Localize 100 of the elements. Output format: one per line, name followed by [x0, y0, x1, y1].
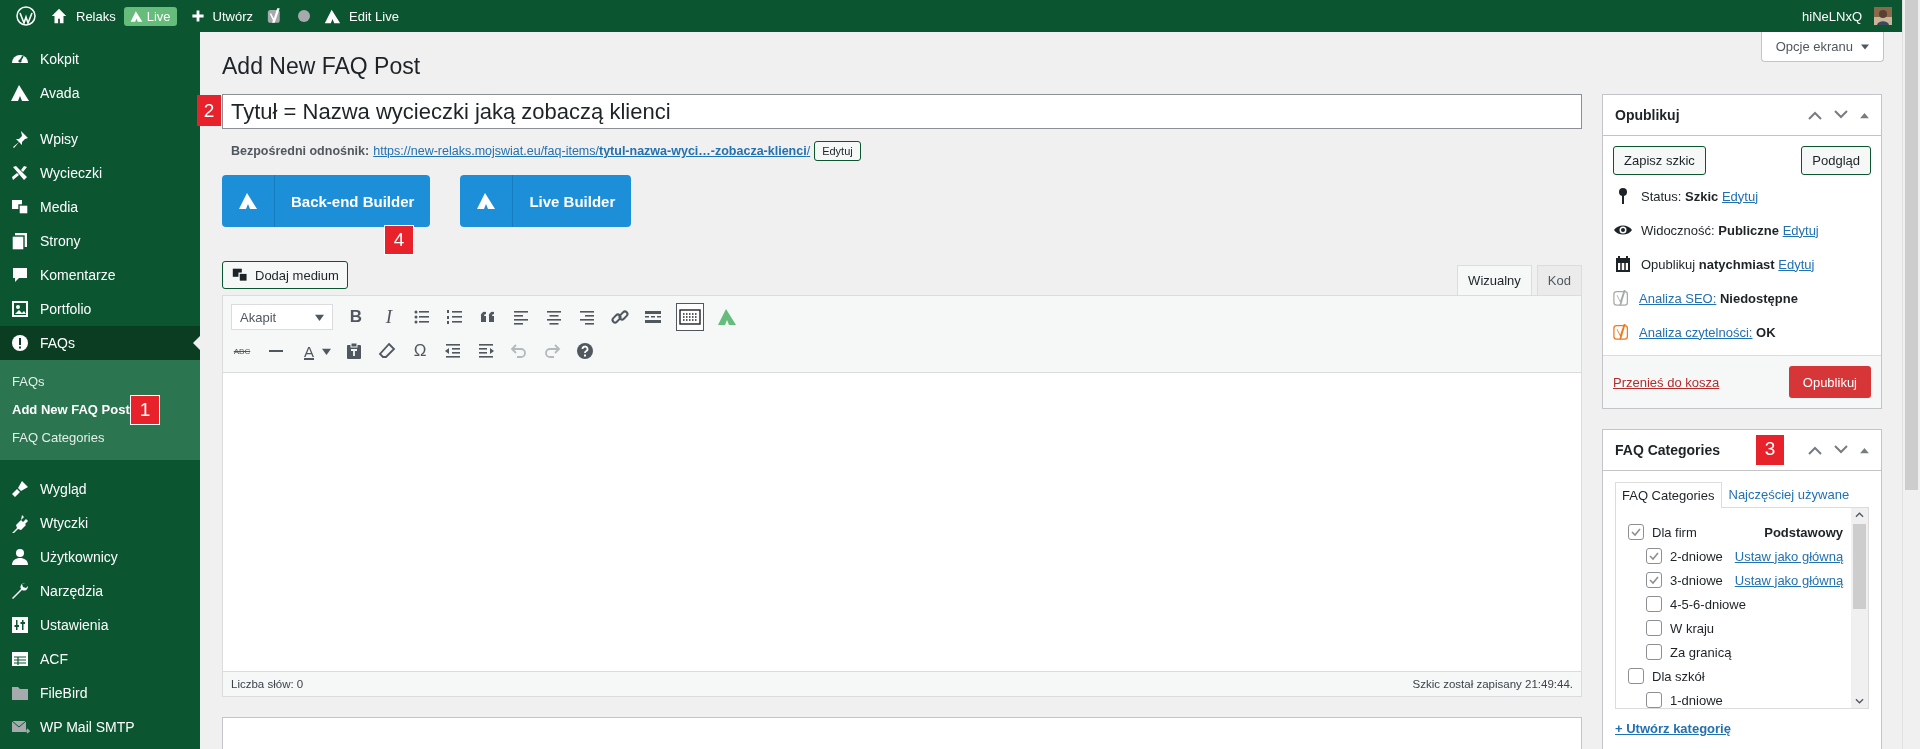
analysis-link[interactable]: Analiza SEO:: [1639, 290, 1717, 306]
format-select[interactable]: Akapit: [231, 304, 333, 330]
plus-icon[interactable]: [190, 9, 205, 23]
numbered-list-icon[interactable]: [445, 307, 465, 327]
editor-tab[interactable]: Wizualny: [1457, 265, 1532, 295]
menu-item[interactable]: Portfolio: [0, 292, 200, 326]
title-field[interactable]: Tytuł = Nazwa wycieczki jaką zobaczą klienci: [222, 94, 1582, 129]
menu-item[interactable]: Wygląd: [0, 472, 200, 506]
eraser-icon[interactable]: [377, 341, 397, 361]
checkbox[interactable]: [1628, 524, 1644, 540]
collapse-icon[interactable]: [1860, 446, 1869, 454]
make-primary-link[interactable]: Ustaw jako główną: [1734, 548, 1844, 564]
publish-info-text: Opublikuj natychmiast Edytuj: [1641, 256, 1815, 272]
indent-icon[interactable]: [476, 341, 496, 361]
menu-item[interactable]: FileBird: [0, 676, 200, 710]
menu-item[interactable]: Użytkownicy: [0, 540, 200, 574]
submenu-item[interactable]: FAQ Categories: [0, 424, 105, 452]
new-content-link[interactable]: Utwórz: [212, 8, 254, 24]
link-icon[interactable]: [610, 307, 630, 327]
text-color-button[interactable]: A: [299, 342, 319, 360]
move-to-trash-link[interactable]: Przenieś do kosza: [1613, 374, 1720, 390]
outdent-icon[interactable]: [443, 341, 463, 361]
builder-button[interactable]: Live Builder: [460, 175, 632, 227]
menu-item[interactable]: Ustawienia: [0, 608, 200, 642]
menu-item[interactable]: WP Mail SMTP: [0, 710, 200, 744]
scroll-up-icon[interactable]: [1855, 512, 1864, 518]
special-character-button[interactable]: Ω: [410, 341, 430, 361]
checkbox[interactable]: [1646, 620, 1662, 636]
panel-title: Opublikuj: [1615, 107, 1681, 123]
move-up-icon[interactable]: [1808, 110, 1822, 120]
move-down-icon[interactable]: [1834, 110, 1848, 120]
clipboard-icon[interactable]: [344, 341, 364, 361]
submenu-item[interactable]: Add New FAQ Post: [0, 396, 130, 424]
triangle-logo-icon[interactable]: [324, 7, 342, 25]
category-label: 4-5-6-dniowe: [1670, 596, 1746, 612]
checkbox[interactable]: [1646, 644, 1662, 660]
publish-button[interactable]: Opublikuj: [1788, 366, 1871, 398]
caret-icon: [1861, 42, 1869, 51]
menu-item[interactable]: Media: [0, 190, 200, 224]
scroll-down-icon[interactable]: [1855, 698, 1864, 704]
page-scrollbar[interactable]: [1902, 0, 1920, 749]
submenu-item[interactable]: FAQs: [0, 368, 45, 396]
permalink-link[interactable]: https://new-relaks.mojswiat.eu/faq-items/tytul-nazwa-wyci…-zobacza-klienci/: [373, 144, 811, 158]
site-name-link[interactable]: Relaks: [76, 8, 116, 24]
caret-icon[interactable]: [322, 346, 331, 356]
triangle-logo-icon: [10, 83, 30, 103]
italic-button[interactable]: I: [379, 306, 399, 328]
menu-item[interactable]: Avada: [0, 76, 200, 110]
scrollbar[interactable]: [1851, 508, 1868, 708]
page-title: Add New FAQ Post: [222, 52, 422, 81]
triangle-logo-icon: [129, 9, 143, 23]
toolbar-toggle-button[interactable]: [676, 303, 704, 331]
edit-permalink-button[interactable]: Edytuj: [814, 141, 861, 161]
category-tab[interactable]: FAQ Categories: [1615, 482, 1722, 508]
menu-item[interactable]: FAQs: [0, 326, 200, 360]
preview-button[interactable]: Podgląd: [1801, 146, 1871, 175]
check-icon: [1630, 526, 1642, 538]
analysis-link[interactable]: Analiza czytelności:: [1639, 324, 1753, 340]
edit-link[interactable]: Edytuj: [1782, 222, 1819, 238]
screen-options-button[interactable]: Opcje ekranu: [1760, 32, 1884, 62]
category-label: Dla szkół: [1652, 668, 1705, 684]
user-icon: [10, 547, 30, 567]
check-icon: [1648, 574, 1660, 586]
exclamation-icon: [10, 333, 30, 353]
checkbox[interactable]: [1646, 548, 1662, 564]
menu-item[interactable]: Komentarze: [0, 258, 200, 292]
checkbox[interactable]: [1646, 692, 1662, 708]
menu-item[interactable]: Narzędzia: [0, 574, 200, 608]
edit-link[interactable]: Edytuj: [1721, 188, 1759, 204]
checkbox[interactable]: [1646, 572, 1662, 588]
checkbox[interactable]: [1646, 596, 1662, 612]
menu-item[interactable]: Wycieczki: [0, 156, 200, 190]
add-media-button[interactable]: Dodaj medium: [222, 261, 348, 289]
move-up-icon[interactable]: [1808, 445, 1822, 455]
strikethrough-button[interactable]: ABC: [231, 346, 253, 356]
checkbox[interactable]: [1628, 668, 1644, 684]
wordpress-logo-icon[interactable]: [16, 6, 36, 26]
menu-item[interactable]: Kokpit: [0, 42, 200, 76]
user-name-link[interactable]: hiNeLNxQ: [1802, 8, 1862, 24]
menu-item[interactable]: Strony: [0, 224, 200, 258]
edit-link[interactable]: Edytuj: [1778, 256, 1815, 272]
category-tab[interactable]: Najczęściej używane: [1721, 481, 1857, 507]
media-icon: [10, 197, 30, 217]
media-icon: [231, 266, 249, 284]
home-icon[interactable]: [50, 7, 68, 25]
triangle-logo-icon: [476, 191, 497, 211]
table-icon: [10, 649, 30, 669]
edit-live-link[interactable]: Edit Live: [349, 8, 399, 24]
move-down-icon[interactable]: [1834, 445, 1848, 455]
builder-button[interactable]: Back-end Builder: [222, 175, 431, 227]
menu-item[interactable]: ACF: [0, 642, 200, 676]
bold-button[interactable]: B: [346, 307, 366, 327]
save-draft-button[interactable]: Zapisz szkic: [1613, 146, 1706, 175]
make-primary-link[interactable]: Ustaw jako główną: [1734, 572, 1844, 588]
collapse-icon[interactable]: [1860, 111, 1869, 119]
menu-item[interactable]: Wtyczki: [0, 506, 200, 540]
add-category-link[interactable]: + Utwórz kategorię: [1615, 721, 1731, 736]
editor-tab[interactable]: Kod: [1536, 265, 1582, 295]
menu-item[interactable]: Wpisy: [0, 122, 200, 156]
help-icon[interactable]: [575, 341, 595, 361]
